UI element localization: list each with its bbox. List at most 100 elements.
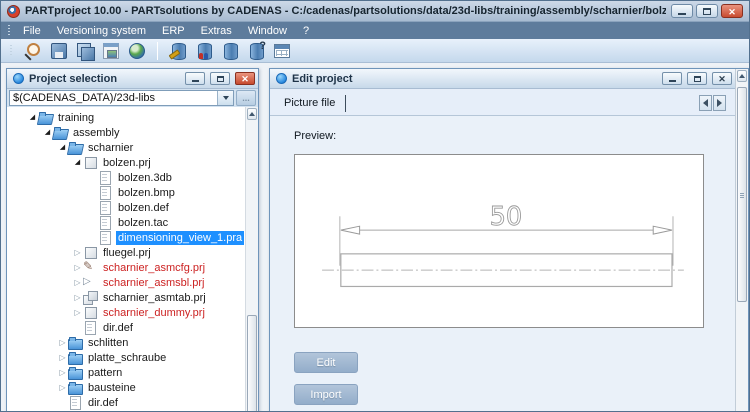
maximize-button[interactable] — [696, 4, 718, 18]
tree-item[interactable]: ◢ scharnier — [7, 140, 245, 155]
edit-project-scrollbar[interactable] — [735, 69, 748, 411]
scroll-up-button[interactable] — [247, 108, 257, 120]
tree-item[interactable]: ◢ assembly — [7, 125, 245, 140]
tree-item-label: pattern — [88, 366, 123, 379]
menubar-grip[interactable] — [8, 25, 10, 36]
expanded-arrow-icon[interactable]: ◢ — [72, 155, 83, 170]
db-icon[interactable] — [220, 41, 240, 61]
tree-item[interactable]: ▷ scharnier_asmtab.prj — [7, 290, 245, 305]
chevron-right-icon — [717, 99, 726, 107]
dimension-value: 50 — [490, 202, 523, 232]
db-users-icon[interactable] — [194, 41, 214, 61]
tree-item-label: schlitten — [88, 336, 129, 349]
tree-item-label: bolzen.bmp — [118, 186, 175, 199]
tree-item-label: scharnier_dummy.prj — [103, 306, 205, 319]
tree-item[interactable]: ◢ bolzen.prj — [7, 155, 245, 170]
folder-open-icon — [68, 141, 83, 154]
collapsed-arrow-icon[interactable]: ▷ — [72, 245, 83, 260]
scroll-up-button[interactable] — [737, 70, 747, 82]
edit-project-minimize-button[interactable] — [662, 72, 682, 85]
save-icon[interactable] — [49, 41, 69, 61]
titlebar: PARTproject 10.00 - PARTsolutions by CAD… — [1, 1, 749, 22]
tree-item[interactable]: ▷ platte_schraube — [7, 350, 245, 365]
minimize-icon — [668, 79, 676, 82]
edit-project-maximize-button[interactable] — [687, 72, 707, 85]
collapsed-arrow-icon[interactable]: ▷ — [57, 380, 68, 395]
save-all-icon[interactable] — [75, 41, 95, 61]
project-selection-close-button[interactable] — [235, 72, 255, 85]
tree-item[interactable]: ▷ bausteine — [7, 380, 245, 395]
tree-item[interactable]: bolzen.3db — [7, 170, 245, 185]
menu-item-file[interactable]: File — [15, 24, 49, 38]
browse-button[interactable]: ... — [236, 90, 256, 106]
path-combobox[interactable]: $(CADENAS_DATA)/23d-libs — [9, 90, 234, 106]
file-icon — [98, 216, 113, 230]
tab-picture-file[interactable]: Picture file — [284, 95, 347, 112]
menu-item-versioning-system[interactable]: Versioning system — [49, 24, 154, 38]
tree-item[interactable]: ▷ scharnier_asmcfg.prj — [7, 259, 245, 275]
tree-item[interactable]: ◢ training — [7, 110, 245, 125]
tree-item[interactable]: ▷ fluegel.prj — [7, 245, 245, 260]
tab-scroll-left-button[interactable] — [699, 95, 712, 111]
project-tree-scrollbar[interactable] — [245, 107, 258, 411]
mdi-client-area: Project selection $(CADENAS_DATA)/23d-li… — [1, 63, 749, 411]
scrollbar-thumb[interactable] — [737, 87, 747, 302]
project-selection-maximize-button[interactable] — [210, 72, 230, 85]
menu-item-window[interactable]: Window — [240, 24, 295, 38]
collapsed-arrow-icon[interactable]: ▷ — [72, 275, 83, 290]
collapsed-arrow-icon[interactable]: ▷ — [72, 260, 83, 275]
tree-item[interactable]: dir.def — [7, 320, 245, 335]
preview-window-icon[interactable] — [101, 41, 121, 61]
toolbar — [1, 39, 749, 63]
chevron-down-icon — [222, 96, 229, 103]
tree-item[interactable]: ▷ scharnier_dummy.prj — [7, 305, 245, 320]
data-table-icon[interactable] — [272, 41, 292, 61]
tree-item-label: bolzen.3db — [118, 171, 172, 184]
tree-item[interactable]: bolzen.tac — [7, 215, 245, 230]
minimize-button[interactable] — [671, 4, 693, 18]
globe-icon[interactable] — [127, 41, 147, 61]
preview-image: 50 — [294, 154, 704, 328]
tree-item[interactable]: ▷ schlitten — [7, 335, 245, 350]
collapsed-arrow-icon[interactable]: ▷ — [57, 335, 68, 350]
collapsed-arrow-icon[interactable]: ▷ — [57, 365, 68, 380]
tree-item-label: bolzen.prj — [103, 156, 151, 169]
maximize-icon — [703, 7, 711, 15]
close-button[interactable] — [721, 4, 743, 18]
combobox-dropdown-button[interactable] — [217, 91, 233, 105]
db-key-icon[interactable] — [168, 41, 188, 61]
menu-item-[interactable]: ? — [295, 24, 317, 38]
tree-item[interactable]: dir.def — [7, 395, 245, 410]
partproject-window: PARTproject 10.00 - PARTsolutions by CAD… — [0, 0, 750, 412]
import-button[interactable]: Import — [294, 384, 358, 405]
close-icon — [241, 73, 249, 85]
tree-item[interactable]: bolzen.def — [7, 200, 245, 215]
collapsed-arrow-icon[interactable]: ▷ — [57, 350, 68, 365]
menu-item-extras[interactable]: Extras — [193, 24, 240, 38]
close-icon — [718, 73, 726, 85]
edit-button[interactable]: Edit — [294, 352, 358, 373]
tree-item-label: scharnier_asmsbl.prj — [103, 276, 205, 289]
edit-project-icon — [276, 73, 287, 84]
db-question-icon[interactable] — [246, 40, 266, 61]
tree-item-label: fluegel.prj — [103, 246, 151, 259]
tree-item[interactable]: dimensioning_view_1.pra — [7, 230, 245, 245]
scrollbar-thumb[interactable] — [247, 315, 257, 411]
project-selection-title: Project selection — [29, 72, 118, 85]
path-combobox-value: $(CADENAS_DATA)/23d-libs — [13, 92, 156, 104]
tree-item-label: dir.def — [103, 321, 133, 334]
search-icon[interactable] — [23, 41, 43, 61]
thumb-grip-icon — [740, 192, 744, 198]
tree-item[interactable]: bolzen.bmp — [7, 185, 245, 200]
close-icon — [728, 2, 736, 20]
tree-item[interactable]: ▷ pattern — [7, 365, 245, 380]
edit-project-close-button[interactable] — [712, 72, 732, 85]
toolbar-grip[interactable] — [10, 45, 12, 56]
tab-scroll-right-button[interactable] — [713, 95, 726, 111]
tree-item[interactable]: ▷ scharnier_asmsbl.prj — [7, 275, 245, 290]
collapsed-arrow-icon[interactable]: ▷ — [72, 305, 83, 320]
project-selection-minimize-button[interactable] — [185, 72, 205, 85]
menu-item-erp[interactable]: ERP — [154, 24, 193, 38]
project-tree: ◢ training ◢ assembly ◢ scharnier ◢ bolzen.prj b… — [7, 107, 245, 411]
collapsed-arrow-icon[interactable]: ▷ — [72, 290, 83, 305]
